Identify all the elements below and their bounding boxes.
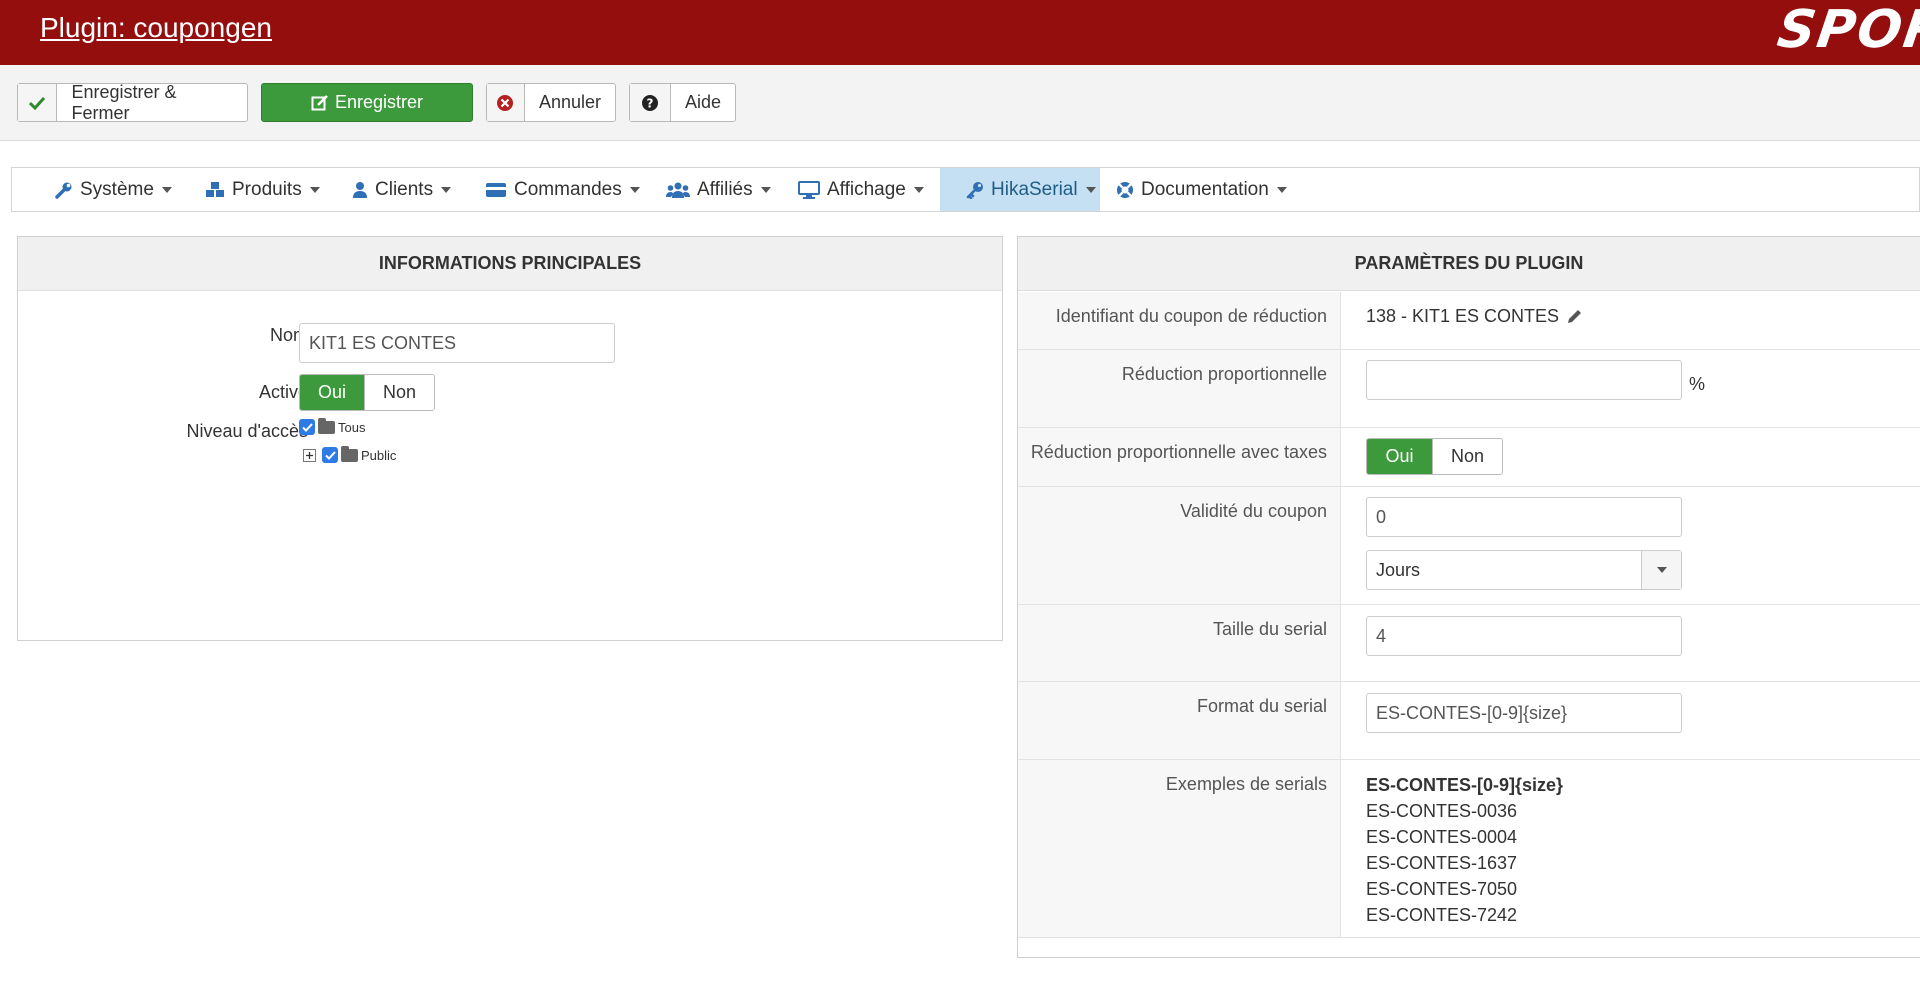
example-serial: ES-CONTES-0036 — [1366, 801, 1518, 821]
lifebuoy-icon — [1116, 181, 1134, 199]
menu-label: Clients — [375, 178, 434, 200]
menu-item-clients[interactable]: Clients — [352, 168, 465, 211]
save-close-button[interactable]: Enregistrer & Fermer — [17, 81, 248, 123]
access-level-label: Niveau d'accès — [186, 421, 309, 441]
menu-label: Affichage — [827, 178, 906, 200]
tax-yes-button[interactable]: Oui — [1367, 439, 1433, 474]
tree-label: Tous — [338, 419, 366, 435]
menu-label: Commandes — [514, 178, 622, 200]
main-menu: Système Produits Clients Commandes Affil… — [11, 167, 1920, 212]
examples-list: ES-CONTES-[0-9]{size} ES-CONTES-0036 ES-… — [1366, 772, 1563, 928]
wrench-icon — [55, 181, 73, 199]
save-button[interactable]: Enregistrer — [261, 83, 473, 122]
validity-unit-value: Jours — [1376, 559, 1421, 580]
tree-item-tous: Tous — [299, 417, 366, 435]
chevron-down-icon — [1641, 551, 1681, 589]
help-button[interactable]: ? Aide — [629, 83, 736, 122]
menu-item-produits[interactable]: Produits — [205, 168, 335, 211]
example-serial: ES-CONTES-7050 — [1366, 879, 1518, 899]
menu-item-commandes[interactable]: Commandes — [485, 168, 645, 211]
help-label: Aide — [684, 92, 721, 112]
question-icon: ? — [630, 84, 671, 121]
examples-label: Exemples de serials — [1165, 774, 1327, 794]
menu-item-affichage[interactable]: Affichage — [798, 168, 938, 211]
example-serial: ES-CONTES-7242 — [1366, 905, 1518, 925]
size-label: Taille du serial — [1212, 619, 1327, 639]
plugin-params-panel: PARAMÈTRES DU PLUGIN Identifiant du coup… — [1017, 236, 1920, 958]
pencil-icon[interactable] — [1565, 308, 1583, 326]
credit-card-icon — [485, 182, 507, 198]
examples-title: ES-CONTES-[0-9]{size} — [1366, 775, 1564, 795]
save-close-label: Enregistrer & Fermer — [71, 81, 177, 123]
examples-row: Exemples de serials ES-CONTES-[0-9]{size… — [1018, 760, 1920, 938]
validity-unit-select[interactable]: Jours — [1366, 550, 1682, 590]
tree-label: Public — [361, 447, 397, 463]
size-input[interactable]: 4 — [1366, 616, 1682, 656]
coupon-label: Identifiant du coupon de réduction — [1055, 306, 1327, 326]
menu-item-affilies[interactable]: Affiliés — [666, 168, 780, 211]
example-serial: ES-CONTES-0004 — [1366, 827, 1518, 847]
menu-label: Produits — [232, 178, 302, 200]
coupon-value: 138 - KIT1 ES CONTES — [1366, 306, 1560, 326]
validity-input[interactable]: 0 — [1366, 497, 1682, 537]
main-info-heading: INFORMATIONS PRINCIPALES — [18, 237, 1002, 291]
folder-icon — [341, 445, 358, 462]
percent-input[interactable] — [1366, 360, 1682, 400]
menu-item-hikaserial[interactable]: HikaSerial — [940, 168, 1100, 211]
format-input[interactable]: ES-CONTES-[0-9]{size} — [1366, 693, 1682, 733]
active-label: Activé — [258, 382, 308, 402]
percent-unit: % — [1689, 374, 1706, 394]
tax-row: Réduction proportionnelle avec taxes Oui… — [1018, 428, 1920, 487]
tax-label: Réduction proportionnelle avec taxes — [1030, 442, 1327, 462]
menu-item-systeme[interactable]: Système — [55, 168, 188, 211]
users-icon — [666, 181, 690, 199]
coupon-row: Identifiant du coupon de réduction 138 -… — [1018, 292, 1920, 350]
save-label: Enregistrer — [334, 92, 424, 112]
header-bar: Plugin: coupongen SPORT — [0, 0, 1920, 65]
main-info-panel: INFORMATIONS PRINCIPALES Nom KIT1 ES CON… — [17, 236, 1003, 641]
coupon-value-wrap: 138 - KIT1 ES CONTES — [1366, 306, 1583, 327]
brand-logo: SPORT — [1773, 0, 1920, 60]
cancel-label: Annuler — [538, 92, 601, 112]
cubes-icon — [205, 181, 225, 199]
tree-item-public: Public — [303, 445, 397, 463]
checkbox-public[interactable] — [322, 447, 338, 463]
user-icon — [352, 181, 368, 199]
cancel-icon — [487, 84, 525, 121]
svg-text:?: ? — [647, 96, 654, 110]
name-label: Nom — [269, 325, 308, 345]
plugin-params-heading: PARAMÈTRES DU PLUGIN — [1018, 237, 1920, 291]
percent-row: Réduction proportionnelle % — [1018, 350, 1920, 428]
tax-no-button[interactable]: Non — [1432, 439, 1502, 474]
menu-label: Affiliés — [697, 178, 753, 200]
validity-row: Validité du coupon 0 Jours — [1018, 487, 1920, 605]
example-serial: ES-CONTES-1637 — [1366, 853, 1518, 873]
checkbox-tous[interactable] — [299, 419, 315, 435]
expand-icon[interactable] — [303, 448, 316, 462]
validity-label: Validité du coupon — [1180, 501, 1327, 521]
active-toggle: Oui Non — [299, 374, 435, 411]
cancel-button[interactable]: Annuler — [486, 83, 616, 122]
check-icon — [18, 84, 58, 121]
percent-label: Réduction proportionnelle — [1121, 364, 1327, 384]
name-input[interactable]: KIT1 ES CONTES — [299, 323, 615, 363]
edit-icon — [311, 94, 329, 112]
size-row: Taille du serial 4 — [1018, 605, 1920, 682]
format-label: Format du serial — [1196, 696, 1327, 716]
tax-toggle: Oui Non — [1366, 438, 1503, 475]
folder-icon — [318, 417, 335, 434]
page-title[interactable]: Plugin: coupongen — [40, 12, 272, 44]
format-row: Format du serial ES-CONTES-[0-9]{size} — [1018, 682, 1920, 760]
monitor-icon — [798, 180, 820, 199]
menu-item-documentation[interactable]: Documentation — [1116, 168, 1306, 211]
active-yes-button[interactable]: Oui — [300, 375, 365, 410]
active-no-button[interactable]: Non — [364, 375, 434, 410]
menu-label: Système — [80, 178, 154, 200]
menu-label: HikaSerial — [991, 178, 1078, 200]
menu-label: Documentation — [1141, 178, 1269, 200]
key-icon — [966, 181, 984, 199]
toolbar: Enregistrer & Fermer Enregistrer Annuler… — [0, 65, 1920, 141]
